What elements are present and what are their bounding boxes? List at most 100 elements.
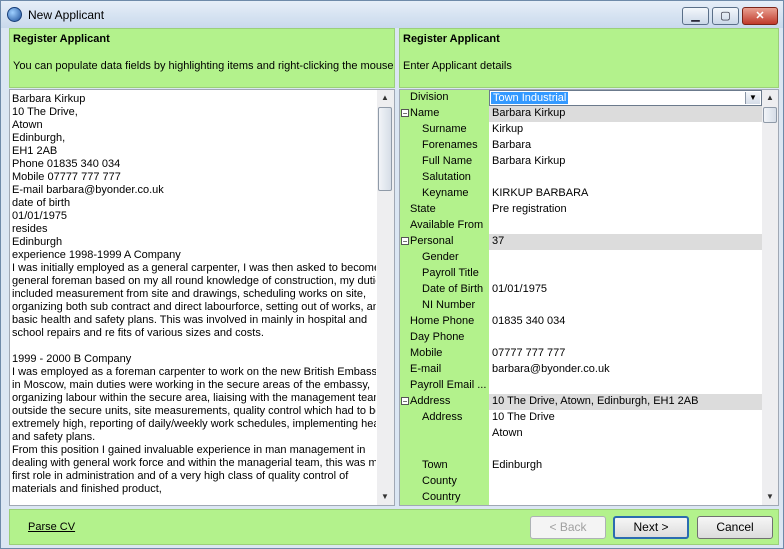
cv-line[interactable]: 01/01/1975: [12, 210, 376, 223]
property-category-row[interactable]: − Personal 37: [400, 234, 762, 250]
cv-line[interactable]: resides: [12, 223, 376, 236]
close-button[interactable]: ✕: [742, 7, 778, 25]
property-value[interactable]: [489, 378, 762, 394]
cv-line[interactable]: From this position I gained invaluable e…: [12, 444, 376, 457]
property-row[interactable]: NI Number: [400, 298, 762, 314]
property-row[interactable]: Salutation: [400, 170, 762, 186]
cv-scrollbar[interactable]: ▲ ▼: [377, 90, 394, 505]
grid-scrollbar[interactable]: ▲ ▼: [762, 90, 778, 505]
property-value[interactable]: Barbara Kirkup: [489, 154, 762, 170]
property-value[interactable]: Barbara: [489, 138, 762, 154]
property-row[interactable]: Payroll Title: [400, 266, 762, 282]
property-value[interactable]: Kirkup: [489, 122, 762, 138]
property-value[interactable]: 01835 340 034: [489, 314, 762, 330]
property-value[interactable]: 37: [489, 234, 762, 250]
cv-line[interactable]: organizing labour within the secure area…: [12, 392, 376, 405]
property-value[interactable]: [489, 490, 762, 505]
cv-line[interactable]: [12, 340, 376, 353]
property-row[interactable]: E-mail barbara@byonder.co.uk: [400, 362, 762, 378]
property-value[interactable]: 10 The Drive, Atown, Edinburgh, EH1 2AB: [489, 394, 762, 410]
dropdown-arrow-icon[interactable]: ▼: [745, 92, 760, 104]
cv-line[interactable]: 1999 - 2000 B Company: [12, 353, 376, 366]
property-value[interactable]: barbara@byonder.co.uk: [489, 362, 762, 378]
cv-line[interactable]: and safety plans.: [12, 431, 376, 444]
property-value[interactable]: Pre registration: [489, 202, 762, 218]
property-row[interactable]: Forenames Barbara: [400, 138, 762, 154]
cv-text[interactable]: Barbara Kirkup 10 The Drive, Atown Edinburg…: [12, 93, 376, 496]
scroll-down-arrow-icon[interactable]: ▼: [762, 489, 778, 505]
cv-line[interactable]: basic health and safety plans. This was …: [12, 314, 376, 327]
collapse-toggle-icon[interactable]: −: [401, 237, 409, 246]
property-value[interactable]: [489, 170, 762, 186]
back-button[interactable]: < Back: [530, 516, 606, 539]
property-row-division[interactable]: Division Town Industrial ▼: [400, 90, 762, 106]
cv-line[interactable]: first role in administration and of a ve…: [12, 470, 376, 483]
property-row[interactable]: Full Name Barbara Kirkup: [400, 154, 762, 170]
cv-line[interactable]: dealing with general work force and with…: [12, 457, 376, 470]
cv-line[interactable]: in Moscow, main duties were working in t…: [12, 379, 376, 392]
property-row[interactable]: Town Edinburgh: [400, 458, 762, 474]
scroll-thumb[interactable]: [763, 107, 777, 123]
property-value[interactable]: 07777 777 777: [489, 346, 762, 362]
property-value[interactable]: Barbara Kirkup: [489, 106, 762, 122]
property-value[interactable]: [489, 330, 762, 346]
cv-text-area[interactable]: Barbara Kirkup 10 The Drive, Atown Edinburg…: [9, 89, 395, 506]
cv-line[interactable]: EH1 2AB: [12, 145, 376, 158]
property-row[interactable]: State Pre registration: [400, 202, 762, 218]
cv-line[interactable]: experience 1998-1999 A Company: [12, 249, 376, 262]
property-row[interactable]: County: [400, 474, 762, 490]
scroll-down-arrow-icon[interactable]: ▼: [377, 489, 393, 505]
property-value[interactable]: Atown: [489, 426, 762, 442]
applicant-property-grid[interactable]: Division Town Industrial ▼ − Name Barbara …: [399, 89, 779, 506]
scroll-up-arrow-icon[interactable]: ▲: [377, 90, 393, 106]
property-value[interactable]: [489, 250, 762, 266]
cv-line[interactable]: Phone 01835 340 034: [12, 158, 376, 171]
cv-line[interactable]: date of birth: [12, 197, 376, 210]
scroll-up-arrow-icon[interactable]: ▲: [762, 90, 778, 106]
property-row[interactable]: Gender: [400, 250, 762, 266]
property-row[interactable]: Surname Kirkup: [400, 122, 762, 138]
property-value[interactable]: [489, 442, 762, 458]
cv-line[interactable]: school repairs and re fits of various si…: [12, 327, 376, 340]
property-value[interactable]: [489, 298, 762, 314]
property-value[interactable]: KIRKUP BARBARA: [489, 186, 762, 202]
next-button[interactable]: Next >: [613, 516, 689, 539]
cv-line[interactable]: Edinburgh,: [12, 132, 376, 145]
scroll-thumb[interactable]: [378, 107, 392, 191]
property-row[interactable]: Country: [400, 490, 762, 505]
property-value[interactable]: [489, 474, 762, 490]
maximize-button[interactable]: ▢: [712, 7, 739, 25]
cv-line[interactable]: outside the secure units, site measureme…: [12, 405, 376, 418]
property-value[interactable]: Edinburgh: [489, 458, 762, 474]
division-select[interactable]: Town Industrial ▼: [489, 90, 762, 106]
property-row[interactable]: Payroll Email ...: [400, 378, 762, 394]
property-row[interactable]: [400, 442, 762, 458]
cv-line[interactable]: Edinburgh: [12, 236, 376, 249]
property-row[interactable]: Date of Birth 01/01/1975: [400, 282, 762, 298]
cv-line[interactable]: Atown: [12, 119, 376, 132]
property-row[interactable]: Atown: [400, 426, 762, 442]
property-row[interactable]: Keyname KIRKUP BARBARA: [400, 186, 762, 202]
cv-line[interactable]: organizing both sub contract and direct …: [12, 301, 376, 314]
property-category-row[interactable]: − Name Barbara Kirkup: [400, 106, 762, 122]
cv-line[interactable]: general foreman based on my all round kn…: [12, 275, 376, 288]
cancel-button[interactable]: Cancel: [697, 516, 773, 539]
property-value[interactable]: [489, 218, 762, 234]
cv-line[interactable]: materials and finished product,: [12, 483, 376, 496]
cv-line[interactable]: Barbara Kirkup: [12, 93, 376, 106]
property-category-row[interactable]: − Address 10 The Drive, Atown, Edinburgh, …: [400, 394, 762, 410]
cv-line[interactable]: I was employed as a foreman carpenter to…: [12, 366, 376, 379]
property-value[interactable]: 10 The Drive: [489, 410, 762, 426]
parse-cv-link[interactable]: Parse CV: [28, 521, 75, 533]
cv-line[interactable]: E-mail barbara@byonder.co.uk: [12, 184, 376, 197]
collapse-toggle-icon[interactable]: −: [401, 397, 409, 406]
property-row[interactable]: Day Phone: [400, 330, 762, 346]
cv-line[interactable]: I was initially employed as a general ca…: [12, 262, 376, 275]
cv-line[interactable]: extremely high, reporting of daily/weekl…: [12, 418, 376, 431]
cv-line[interactable]: 10 The Drive,: [12, 106, 376, 119]
property-row[interactable]: Available From: [400, 218, 762, 234]
property-value[interactable]: [489, 266, 762, 282]
cv-line[interactable]: included measurement from site and drawi…: [12, 288, 376, 301]
property-value[interactable]: 01/01/1975: [489, 282, 762, 298]
property-row[interactable]: Home Phone 01835 340 034: [400, 314, 762, 330]
